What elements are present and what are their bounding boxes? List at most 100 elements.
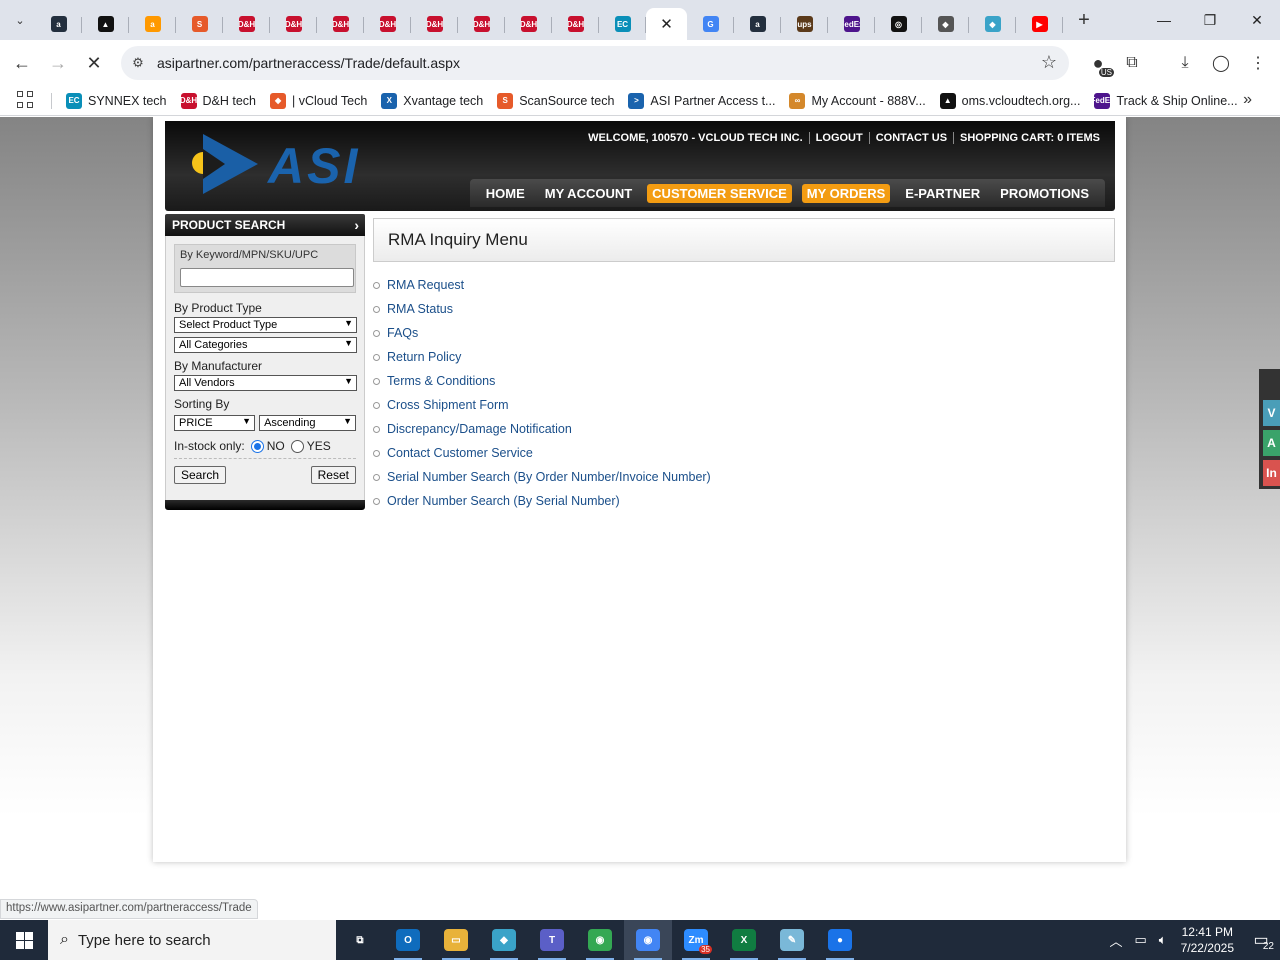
sort-field-select[interactable]: PRICE ▼ [174,415,256,431]
taskbar-app[interactable]: ✎ [768,920,816,960]
search-button[interactable]: Search [174,466,227,484]
back-icon[interactable]: ← [4,45,40,81]
more-bookmarks-icon[interactable]: » [1243,91,1252,109]
browser-tab[interactable]: D&H [552,8,599,40]
minimize-icon[interactable]: — [1141,0,1187,40]
rma-link[interactable]: Order Number Search (By Serial Number) [387,494,620,508]
menu-icon[interactable]: ⋮ [1240,45,1276,81]
rma-link[interactable]: FAQs [387,326,418,340]
taskbar-app[interactable]: ◉ [576,920,624,960]
rma-link[interactable]: Return Policy [387,350,461,364]
taskbar-app[interactable]: O [384,920,432,960]
product-search-header[interactable]: PRODUCT SEARCH › [165,214,365,236]
rma-link-item[interactable]: Serial Number Search (By Order Number/In… [373,465,711,489]
browser-tab[interactable]: ▶ [1016,8,1063,40]
rma-link[interactable]: Discrepancy/Damage Notification [387,422,572,436]
browser-tab[interactable]: D&H [223,8,270,40]
chevron-right-icon[interactable]: › [354,217,359,233]
new-tab-icon[interactable]: + [1069,5,1099,35]
close-window-icon[interactable]: ✕ [1234,0,1280,40]
browser-tab[interactable]: a [129,8,176,40]
rma-link[interactable]: RMA Status [387,302,453,316]
rma-link-item[interactable]: Contact Customer Service [373,441,711,465]
active-tab[interactable]: ✕ [646,8,687,40]
rma-link-item[interactable]: Order Number Search (By Serial Number) [373,489,711,513]
header-link[interactable]: SHOPPING CART: 0 ITEMS [953,132,1106,144]
nav-item[interactable]: MY ORDERS [801,183,891,203]
nav-item[interactable]: E-PARTNER [900,184,985,203]
rma-link[interactable]: Cross Shipment Form [387,398,509,412]
bookmark-item[interactable]: D&H D&H tech [180,92,256,109]
asi-logo[interactable]: ASI [268,137,360,195]
browser-tab[interactable]: D&H [458,8,505,40]
bookmark-item[interactable]: FedEx Track & Ship Online... [1094,92,1238,109]
browser-tab[interactable]: ups [781,8,828,40]
nav-item[interactable]: CUSTOMER SERVICE [647,183,792,203]
header-link[interactable]: CONTACT US [868,132,953,144]
profile-extension-icon[interactable]: ● US [1080,45,1116,81]
tray-overflow-icon[interactable]: ︿ [1109,931,1122,950]
restore-icon[interactable]: ❐ [1187,0,1233,40]
bookmark-item[interactable]: ◆ | vCloud Tech [270,92,367,109]
bookmark-item[interactable]: S ScanSource tech [497,92,614,109]
extensions-icon[interactable]: ⧉ [1114,45,1150,81]
header-link[interactable]: LOGOUT [808,132,869,144]
taskbar-app[interactable]: T [528,920,576,960]
network-icon[interactable]: ▭ [1135,932,1147,948]
instock-no-radio[interactable] [250,439,264,453]
close-tab-icon[interactable]: ✕ [660,15,673,33]
taskbar-search[interactable]: ⌕ Type here to search [48,920,336,960]
sort-order-select[interactable]: Ascending ▼ [259,415,356,431]
browser-tab[interactable]: D&H [411,8,458,40]
forward-icon[interactable]: → [40,45,76,81]
rma-link[interactable]: Terms & Conditions [387,374,495,388]
tab-search-icon[interactable]: ⌄ [5,5,35,35]
taskbar-app[interactable]: ● [816,920,864,960]
taskbar-app[interactable]: X [720,920,768,960]
stop-loading-icon[interactable]: ✕ [76,45,112,81]
rma-link-item[interactable]: Return Policy [373,345,711,369]
rma-link[interactable]: Contact Customer Service [387,446,533,460]
browser-tab[interactable]: ◆ [922,8,969,40]
rma-link[interactable]: Serial Number Search (By Order Number/In… [387,470,711,484]
product-type-select[interactable]: Select Product Type ▼ [174,317,357,333]
taskbar-app[interactable]: ⧉ [336,920,384,960]
rma-link-item[interactable]: Discrepancy/Damage Notification [373,417,711,441]
side-tab[interactable]: V [1263,400,1280,426]
site-info-icon[interactable]: ⚙ [124,49,152,77]
account-icon[interactable]: ◯ [1203,45,1239,81]
category-select[interactable]: All Categories ▼ [174,337,357,353]
taskbar-app[interactable]: ◉ [624,920,672,960]
nav-item[interactable]: HOME [481,184,530,203]
volume-icon[interactable]: 🔈︎ [1159,932,1167,948]
browser-tab[interactable]: D&H [270,8,317,40]
side-tab[interactable]: In [1263,460,1280,486]
apps-grid-icon[interactable] [17,90,37,111]
address-bar[interactable]: ⚙ asipartner.com/partneraccess/Trade/def… [121,46,1069,80]
browser-tab[interactable]: D&H [364,8,411,40]
browser-tab[interactable]: D&H [317,8,364,40]
nav-item[interactable]: PROMOTIONS [995,184,1094,203]
browser-tab[interactable]: EC [599,8,646,40]
bookmark-item[interactable]: ∞ My Account - 888V... [789,92,926,109]
rma-link-item[interactable]: Cross Shipment Form [373,393,711,417]
manufacturer-select[interactable]: All Vendors ▼ [174,375,357,391]
start-button[interactable] [0,920,48,960]
reset-button[interactable]: Reset [310,466,356,484]
bookmark-star-icon[interactable]: ☆ [1041,52,1057,73]
browser-tab[interactable]: S [176,8,223,40]
rma-link-item[interactable]: RMA Status [373,297,711,321]
side-tab[interactable]: A [1263,430,1280,456]
browser-tab[interactable]: ◆ [969,8,1016,40]
browser-tab[interactable]: ◎ [875,8,922,40]
keyword-input[interactable] [180,268,354,287]
instock-yes-radio[interactable] [290,439,304,453]
rma-link-item[interactable]: FAQs [373,321,711,345]
bookmark-item[interactable]: X Xvantage tech [381,92,483,109]
nav-item[interactable]: MY ACCOUNT [540,184,637,203]
browser-tab[interactable]: ▲ [82,8,129,40]
notification-icon[interactable]: ▭ 22 [1242,920,1280,960]
bookmark-item[interactable]: > ASI Partner Access t... [628,92,775,109]
taskbar-app[interactable]: Zm 35 [672,920,720,960]
taskbar-app[interactable]: ▭ [432,920,480,960]
